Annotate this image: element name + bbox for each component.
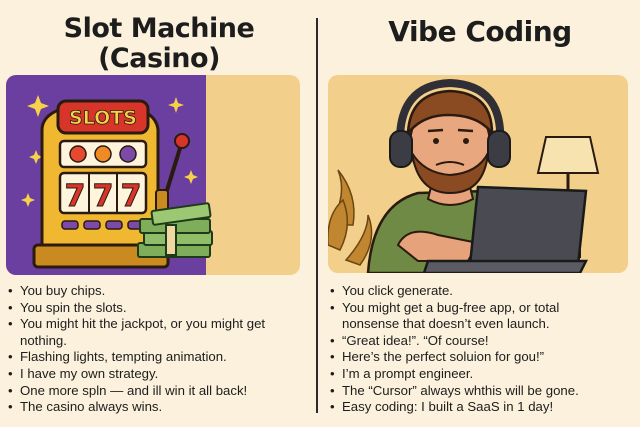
left-title-line1: Slot Machine	[63, 13, 255, 44]
list-item: Flashing lights, tempting animation.	[8, 349, 308, 366]
right-column-title: Vibe Coding	[388, 15, 572, 48]
list-item: The “Cursor” always whthis will be gone.	[330, 383, 635, 400]
list-item: I have my own strategy.	[8, 366, 308, 383]
list-item: I’m a prompt engineer.	[330, 366, 635, 383]
reel-digit-2: 7	[93, 179, 114, 214]
list-item: “Great idea!”. “Of course!	[330, 333, 635, 350]
list-item-continuation: nothing.	[20, 332, 67, 348]
slot-machine-bullet-list: You buy chips. You spin the slots. You m…	[8, 283, 308, 416]
list-item-continuation: nonsense that doesn’t even launch.	[342, 316, 550, 332]
vertical-divider	[316, 18, 318, 413]
vibe-coding-bullet-list: You click generate. You might get a bug-…	[330, 283, 635, 416]
list-item: Here’s the perfect soluion for gou!”	[330, 349, 635, 366]
list-item: You might get a bug-free app, or total	[330, 300, 635, 317]
plant-icon	[328, 169, 373, 266]
list-item: Easy coding: I built a SaaS in 1 day!	[330, 399, 635, 416]
slot-machine-illustration: SLOTS 7 7 7	[6, 75, 300, 275]
list-item: One more spln — and ill win it all back!	[8, 383, 308, 400]
list-item: You buy chips.	[8, 283, 308, 300]
cherry-icon	[69, 145, 87, 163]
list-item: You might hit the jackpot, or you might …	[8, 316, 308, 333]
list-item: You spin the slots.	[8, 300, 308, 317]
plum-icon	[119, 145, 137, 163]
list-item: You click generate.	[330, 283, 635, 300]
slots-sign-text: SLOTS	[69, 107, 137, 129]
vibe-coding-illustration	[328, 75, 628, 273]
lever-knob	[174, 133, 190, 149]
reel-digit-3: 7	[121, 179, 142, 214]
left-title-line2: (Casino)	[98, 43, 220, 74]
list-item: The casino always wins.	[8, 399, 308, 416]
orange-icon	[94, 145, 112, 163]
left-column-title: Slot Machine (Casino)	[14, 14, 304, 74]
reel-digit-1: 7	[65, 179, 86, 214]
